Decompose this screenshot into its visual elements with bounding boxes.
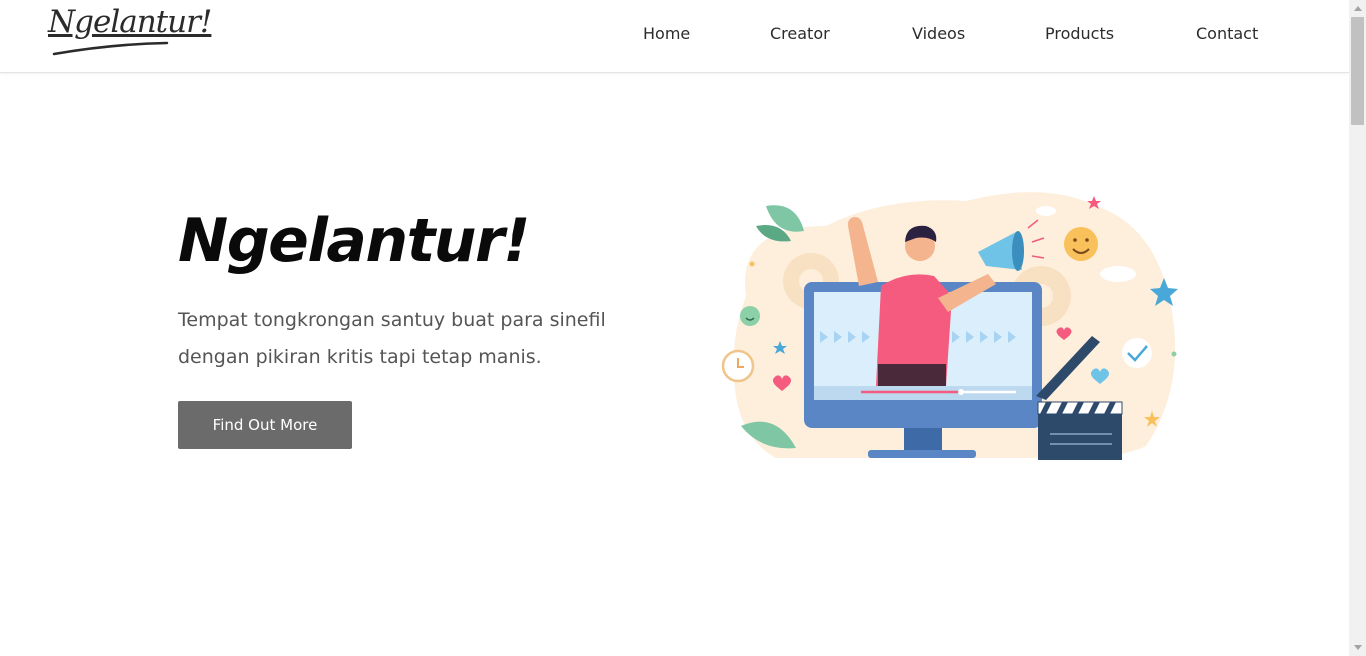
smiley-icon <box>740 306 760 326</box>
find-out-more-button[interactable]: Find Out More <box>178 401 352 449</box>
nav-item-videos[interactable]: Videos <box>912 24 965 43</box>
page: Ngelantur! Home Creator Videos Products … <box>0 0 1349 656</box>
smiley-icon <box>1064 227 1098 261</box>
clapperboard-icon <box>1038 414 1122 460</box>
hero-illustration <box>721 192 1178 460</box>
page-scrollbar[interactable] <box>1349 0 1366 656</box>
hero-subtitle: Tempat tongkrongan santuy buat para sine… <box>178 309 606 368</box>
nav-item-contact[interactable]: Contact <box>1196 24 1258 43</box>
hero-title: Ngelantur! <box>178 206 530 276</box>
nav-item-home[interactable]: Home <box>643 24 690 43</box>
cloud-icon <box>1100 266 1136 282</box>
scrollbar-thumb[interactable] <box>1351 17 1364 125</box>
check-icon <box>1122 338 1152 368</box>
main-nav: Home Creator Videos Products Contact <box>0 24 1349 50</box>
nav-item-products[interactable]: Products <box>1045 24 1114 43</box>
nav-item-creator[interactable]: Creator <box>770 24 830 43</box>
scroll-up-arrow-icon[interactable] <box>1349 0 1366 17</box>
scroll-down-arrow-icon[interactable] <box>1349 639 1366 656</box>
navbar: Ngelantur! Home Creator Videos Products … <box>0 0 1349 73</box>
